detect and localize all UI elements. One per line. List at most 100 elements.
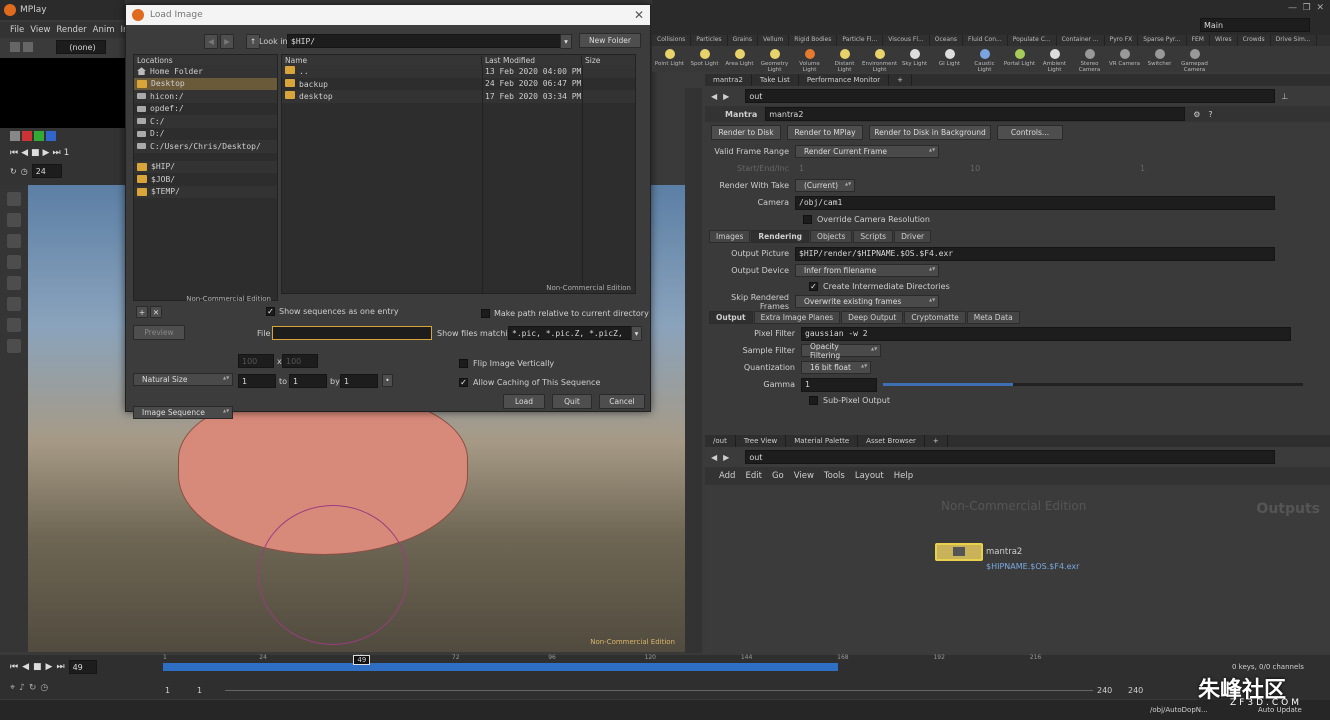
frame-field[interactable]: 1: [64, 148, 70, 158]
shelf-tool[interactable]: Volume Light: [792, 46, 827, 73]
file-list[interactable]: Name Last Modified Size .. 13 Feb 2020 04…: [281, 54, 636, 294]
size-height[interactable]: 100: [282, 354, 318, 368]
net-menu-help[interactable]: Help: [894, 471, 913, 481]
file-input[interactable]: [272, 326, 432, 340]
shelf-tab[interactable]: Viscous Fl...: [883, 35, 930, 46]
mantra-node[interactable]: [935, 543, 983, 561]
shelf-tab[interactable]: Container ...: [1057, 35, 1105, 46]
new-folder-button[interactable]: New Folder: [579, 33, 641, 48]
column-modified[interactable]: Last Modified: [482, 55, 582, 65]
display-icon[interactable]: [10, 42, 20, 52]
forward-icon[interactable]: ▶: [723, 92, 729, 101]
shelf-tool[interactable]: Ambient Light: [1037, 46, 1072, 73]
show-sequences-toggle[interactable]: ✓ Show sequences as one entry: [266, 307, 399, 316]
audio-icon[interactable]: ♪: [19, 683, 25, 693]
tab-deep-output[interactable]: Deep Output: [841, 311, 904, 324]
checkbox-icon[interactable]: [481, 309, 490, 318]
shelf-tab[interactable]: Grains: [728, 35, 758, 46]
shelf-tool[interactable]: Geometry Light: [757, 46, 792, 73]
end-field[interactable]: 10: [970, 164, 1140, 173]
play-back-icon[interactable]: ◀: [21, 148, 28, 158]
end-frame-2[interactable]: 240: [1128, 686, 1143, 695]
natural-size-select[interactable]: Natural Size: [133, 373, 233, 386]
net-tab-material[interactable]: Material Palette: [786, 435, 859, 447]
seq-end[interactable]: 1: [289, 374, 327, 388]
select-tool-icon[interactable]: [7, 192, 21, 206]
shelf-tab[interactable]: Drive Sim...: [1271, 35, 1317, 46]
output-picture-field[interactable]: $HIP/render/$HIPNAME.$OS.$F4.exr: [795, 246, 1275, 261]
shelf-tool[interactable]: Point Light: [652, 46, 687, 72]
help-icon[interactable]: ?: [1208, 110, 1212, 119]
checkbox-icon[interactable]: ✓: [266, 307, 275, 316]
first-frame-icon[interactable]: ⏮: [10, 662, 18, 672]
subpixel-toggle[interactable]: Sub-Pixel Output: [705, 393, 1330, 407]
shelf-tab[interactable]: Pyro FX: [1105, 35, 1139, 46]
add-tab-icon[interactable]: +: [925, 435, 948, 447]
menu-anim[interactable]: Anim: [93, 25, 115, 35]
forward-icon[interactable]: ▶: [723, 453, 729, 462]
shelf-tool[interactable]: Environment Light: [862, 46, 897, 73]
shelf-tab[interactable]: Vellum: [758, 35, 790, 46]
tab-meta-data[interactable]: Meta Data: [966, 311, 1020, 324]
seq-step[interactable]: 1: [340, 374, 378, 388]
image-sequence-select[interactable]: Image Sequence: [133, 406, 233, 419]
remove-location-icon[interactable]: ✕: [150, 306, 162, 318]
path-field[interactable]: out: [745, 89, 1276, 103]
range-slider[interactable]: [225, 690, 1093, 691]
realtime-icon[interactable]: ◷: [40, 683, 48, 693]
loop-icon[interactable]: ↻: [10, 167, 17, 176]
location-opdef[interactable]: opdef:/: [134, 103, 277, 116]
net-menu-tools[interactable]: Tools: [824, 471, 845, 481]
shelf-tab[interactable]: Particles: [691, 35, 728, 46]
play-icon[interactable]: ▶: [46, 662, 53, 672]
menu-render[interactable]: Render: [56, 25, 86, 35]
pin-icon[interactable]: ⊥: [1281, 92, 1288, 101]
stop-icon[interactable]: ■: [31, 148, 40, 158]
tab-scripts[interactable]: Scripts: [853, 230, 894, 243]
key-icon[interactable]: ⌖: [10, 683, 15, 693]
location-desktop[interactable]: Desktop: [134, 77, 277, 90]
shelf-tab[interactable]: Particle Fl...: [837, 35, 884, 46]
shelf-tool[interactable]: Area Light: [722, 46, 757, 72]
start-frame[interactable]: 1: [165, 686, 170, 695]
flip-toggle[interactable]: Flip Image Vertically: [459, 359, 554, 368]
tab-rendering[interactable]: Rendering: [751, 230, 810, 243]
net-tab-assets[interactable]: Asset Browser: [858, 435, 925, 447]
back-icon[interactable]: ◀: [711, 92, 717, 101]
render-to-disk-button[interactable]: Render to Disk: [711, 125, 781, 140]
net-tab-out[interactable]: /out: [705, 435, 736, 447]
location-hip[interactable]: $HIP/: [134, 160, 277, 173]
allow-caching-toggle[interactable]: ✓ Allow Caching of This Sequence: [459, 378, 600, 387]
add-tab-icon[interactable]: +: [889, 74, 912, 86]
sequence-select[interactable]: (none): [56, 40, 106, 54]
tab-driver[interactable]: Driver: [894, 230, 932, 243]
shelf-tab[interactable]: Sparse Pyr...: [1138, 35, 1187, 46]
look-in-field[interactable]: $HIP/: [287, 34, 572, 48]
gamma-slider[interactable]: [883, 383, 1303, 386]
checkbox-icon[interactable]: ✓: [459, 378, 468, 387]
last-frame-icon[interactable]: ⏭: [56, 662, 64, 672]
transform-icon[interactable]: [7, 234, 21, 248]
quantization-select[interactable]: 16 bit float: [801, 361, 871, 374]
net-menu-view[interactable]: View: [794, 471, 814, 481]
shelf-tab[interactable]: Fluid Con...: [963, 35, 1008, 46]
shelf-tab[interactable]: FEM: [1187, 35, 1210, 46]
start-frame-2[interactable]: 1: [197, 686, 202, 695]
gear-icon[interactable]: ⚙: [1193, 110, 1200, 119]
seq-start[interactable]: 1: [238, 374, 276, 388]
shelf-tab[interactable]: Collisions: [652, 35, 692, 46]
load-button[interactable]: Load: [503, 394, 545, 409]
back-icon[interactable]: ◀: [711, 453, 717, 462]
net-menu-add[interactable]: Add: [719, 471, 735, 481]
node-name-field[interactable]: mantra2: [765, 107, 1186, 121]
column-size[interactable]: Size: [582, 56, 600, 65]
checkbox-icon[interactable]: [459, 359, 468, 368]
last-frame-icon[interactable]: ⏭: [52, 148, 60, 158]
play-icon[interactable]: ▶: [43, 148, 50, 158]
location-job[interactable]: $JOB/: [134, 173, 277, 186]
inc-field[interactable]: 1: [1140, 164, 1145, 173]
cancel-button[interactable]: Cancel: [599, 394, 645, 409]
frame-field[interactable]: 49: [68, 660, 97, 674]
controls-button[interactable]: Controls...: [997, 125, 1063, 140]
pixel-filter-field[interactable]: gaussian -w 2: [801, 326, 1291, 341]
